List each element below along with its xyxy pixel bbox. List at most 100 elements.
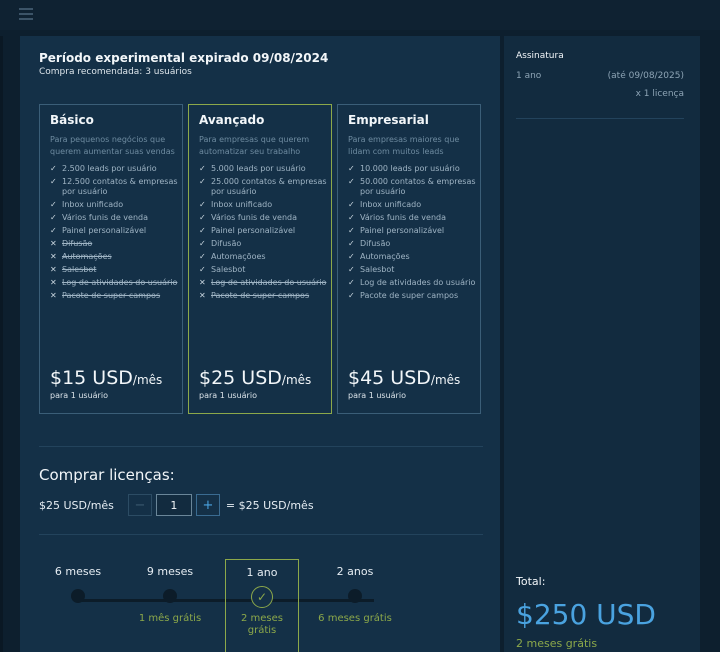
feature-item: ✓ Difusão xyxy=(348,239,478,249)
price-period: /mês xyxy=(430,373,461,387)
decrement-button[interactable]: − xyxy=(127,494,152,516)
price-period: /mês xyxy=(132,373,163,387)
feature-text: Vários funis de venda xyxy=(211,213,298,222)
feature-text: Painel personalizável xyxy=(360,226,445,235)
check-icon: ✓ xyxy=(348,164,355,173)
feature-list: ✓ 5.000 leads por usuário ✓ 25.000 contatos… xyxy=(199,164,329,304)
license-quantity-row: $25 USD/mês − + = $25 USD/mês xyxy=(39,494,314,516)
feature-item: ✓ Painel personalizável xyxy=(348,226,478,236)
check-icon: ✓ xyxy=(348,278,355,287)
feature-text: Difusão xyxy=(62,239,93,248)
check-icon: ✓ xyxy=(348,226,355,235)
quantity-input[interactable] xyxy=(155,494,192,516)
period-option-1-ano[interactable]: 1 ano ✓ 2 meses grátis xyxy=(225,559,299,652)
feature-item: ✕ Difusão xyxy=(50,239,180,249)
selected-check-icon: ✓ xyxy=(251,586,273,608)
feature-text: 12.500 contatos & empresas por usuário xyxy=(62,177,178,196)
period-bonus: 1 mês grátis xyxy=(138,613,202,624)
feature-text: Pacote de super campos xyxy=(62,291,161,300)
feature-item: ✕ Log de atividades do usuário xyxy=(50,278,180,288)
total-label: Total: xyxy=(516,575,546,588)
unit-price: $25 USD/mês xyxy=(39,498,114,512)
recommended-purchase: Compra recomendada: 3 usuários xyxy=(39,67,192,77)
check-icon: ✓ xyxy=(50,213,57,222)
plan-name: Avançado xyxy=(199,113,265,127)
check-icon: ✓ xyxy=(199,252,206,261)
period-dot xyxy=(348,589,362,603)
feature-item: ✓ 5.000 leads por usuário xyxy=(199,164,329,174)
feature-text: Painel personalizável xyxy=(211,226,296,235)
plan-card-avancado[interactable]: Avançado Para empresas que querem automat… xyxy=(188,104,332,414)
cross-icon: ✕ xyxy=(50,265,57,274)
divider xyxy=(516,118,684,119)
price-note: para 1 usuário xyxy=(348,391,406,400)
feature-item: ✓ Automaçõoes xyxy=(199,252,329,262)
feature-item: ✓ Painel personalizável xyxy=(50,226,180,236)
price-amount: $25 USD xyxy=(199,367,282,389)
free-months: 2 meses grátis xyxy=(516,637,598,650)
feature-item: ✓ Vários funis de venda xyxy=(348,213,478,223)
plan-description: Para empresas maiores que lidam com muit… xyxy=(348,135,460,156)
menu-icon[interactable] xyxy=(19,8,33,20)
feature-item: ✓ Vários funis de venda xyxy=(50,213,180,223)
feature-text: Vários funis de venda xyxy=(62,213,149,222)
feature-list: ✓ 10.000 leads por usuário ✓ 50.000 contato… xyxy=(348,164,478,304)
feature-text: Difusão xyxy=(360,239,391,248)
plan-description: Para empresas que querem automatizar seu… xyxy=(199,135,310,156)
licenses-total: = $25 USD/mês xyxy=(225,498,314,512)
check-icon: ✓ xyxy=(348,239,355,248)
period-label: 1 ano xyxy=(246,566,278,579)
period-option-9-meses[interactable]: 9 meses 1 mês grátis xyxy=(133,559,207,625)
price-amount: $45 USD xyxy=(348,367,431,389)
feature-item: ✕ Pacote de super campos xyxy=(199,291,329,301)
cross-icon: ✕ xyxy=(50,252,57,261)
feature-text: Pacote de super campos xyxy=(360,291,459,300)
period-option-6-meses[interactable]: 6 meses xyxy=(41,559,115,613)
feature-text: Automações xyxy=(62,252,112,261)
check-icon: ✓ xyxy=(50,226,57,235)
subscription-label: Assinatura xyxy=(516,51,564,61)
feature-text: Automações xyxy=(360,252,410,261)
feature-item: ✓ Automações xyxy=(348,252,478,262)
feature-item: ✕ Salesbot xyxy=(50,265,180,275)
check-icon: ✓ xyxy=(199,213,206,222)
feature-text: Log de atividades do usuário xyxy=(360,278,476,287)
cross-icon: ✕ xyxy=(50,278,57,287)
increment-button[interactable]: + xyxy=(195,494,220,516)
price-note: para 1 usuário xyxy=(199,391,257,400)
feature-item: ✕ Automações xyxy=(50,252,180,262)
check-icon: ✓ xyxy=(199,177,206,186)
license-count: x 1 licença xyxy=(635,89,684,99)
feature-text: Pacote de super campos xyxy=(211,291,310,300)
feature-item: ✓ 25.000 contatos & empresas por usuário xyxy=(199,177,329,197)
feature-item: ✓ 50.000 contatos & empresas por usuário xyxy=(348,177,478,197)
check-icon: ✓ xyxy=(348,177,355,186)
cross-icon: ✕ xyxy=(199,291,206,300)
plan-card-basico[interactable]: Básico Para pequenos negócios que querem … xyxy=(39,104,183,414)
period-label: 2 anos xyxy=(336,565,374,578)
feature-item: ✓ 10.000 leads por usuário xyxy=(348,164,478,174)
feature-text: 10.000 leads por usuário xyxy=(360,164,460,173)
plans-panel: Período experimental expirado 09/08/2024… xyxy=(20,36,500,652)
feature-item: ✓ Painel personalizável xyxy=(199,226,329,236)
feature-text: Inbox unificado xyxy=(360,200,422,209)
plan-description: Para pequenos negócios que querem aument… xyxy=(50,135,175,156)
period-option-2-anos[interactable]: 2 anos 6 meses grátis xyxy=(318,559,392,625)
plan-card-empresarial[interactable]: Empresarial Para empresas maiores que lid… xyxy=(337,104,481,414)
trial-expired-title: Período experimental expirado 09/08/2024 xyxy=(39,51,329,65)
feature-text: Automaçõoes xyxy=(211,252,266,261)
feature-item: ✓ Vários funis de venda xyxy=(199,213,329,223)
top-bar xyxy=(0,0,720,30)
feature-item: ✓ 12.500 contatos & empresas por usuário xyxy=(50,177,180,197)
feature-text: 25.000 contatos & empresas por usuário xyxy=(211,177,327,196)
feature-text: 50.000 contatos & empresas por usuário xyxy=(360,177,476,196)
feature-item: ✓ Salesbot xyxy=(348,265,478,275)
check-icon: ✓ xyxy=(348,213,355,222)
price-amount: $15 USD xyxy=(50,367,133,389)
feature-text: Vários funis de venda xyxy=(360,213,447,222)
divider xyxy=(39,534,483,535)
feature-text: Salesbot xyxy=(360,265,395,274)
feature-item: ✕ Log de atividades do usuário xyxy=(199,278,329,288)
period-bonus: 2 meses grátis xyxy=(240,613,283,636)
check-icon: ✓ xyxy=(199,164,206,173)
